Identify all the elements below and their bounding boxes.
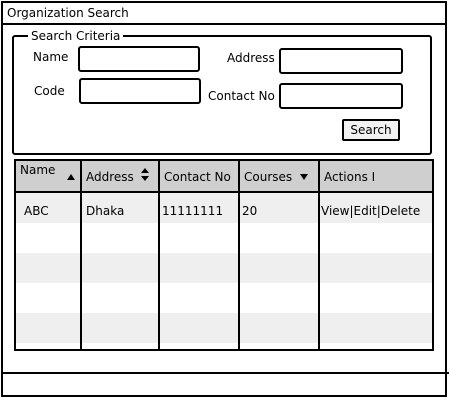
table-row <box>16 253 432 283</box>
column-header-name[interactable]: Name <box>16 161 80 191</box>
contact-no-label: Contact No <box>208 89 275 103</box>
column-divider <box>80 161 82 349</box>
sort-down-icon[interactable] <box>299 173 309 181</box>
code-input[interactable] <box>79 78 201 104</box>
sort-both-icon[interactable] <box>140 168 150 182</box>
cell-actions[interactable]: View|Edit|Delete <box>321 203 420 219</box>
address-input[interactable] <box>279 48 403 74</box>
results-table: Name Address Contact No Courses Actions … <box>14 159 434 351</box>
table-row <box>16 223 432 253</box>
contact-no-input[interactable] <box>279 83 403 109</box>
name-label: Name <box>33 50 69 64</box>
table-header: Name Address Contact No Courses Actions … <box>16 161 432 193</box>
code-label: Code <box>34 84 65 98</box>
column-header-contact-no[interactable]: Contact No <box>160 161 238 191</box>
cell-address: Dhaka <box>86 204 125 218</box>
name-input[interactable] <box>78 46 200 72</box>
sort-up-icon[interactable] <box>66 173 76 181</box>
status-bar-divider <box>1 372 449 374</box>
table-row <box>16 313 432 343</box>
cell-courses: 20 <box>242 204 258 218</box>
address-label: Address <box>227 51 275 65</box>
column-header-address[interactable]: Address <box>82 161 158 191</box>
cell-name: ABC <box>24 204 49 218</box>
search-criteria-group: Search Criteria Name Code Address Contac… <box>12 28 432 155</box>
column-header-courses[interactable]: Courses <box>240 161 318 191</box>
search-button[interactable]: Search <box>342 119 400 141</box>
column-header-actions[interactable]: Actions I <box>320 161 432 191</box>
table-row <box>16 283 432 313</box>
column-divider <box>238 161 240 349</box>
column-divider <box>318 161 320 349</box>
window-title: Organization Search <box>3 3 445 25</box>
column-divider <box>158 161 160 349</box>
cell-contact-no: 11111111 <box>162 204 224 218</box>
search-criteria-legend: Search Criteria <box>28 28 124 44</box>
